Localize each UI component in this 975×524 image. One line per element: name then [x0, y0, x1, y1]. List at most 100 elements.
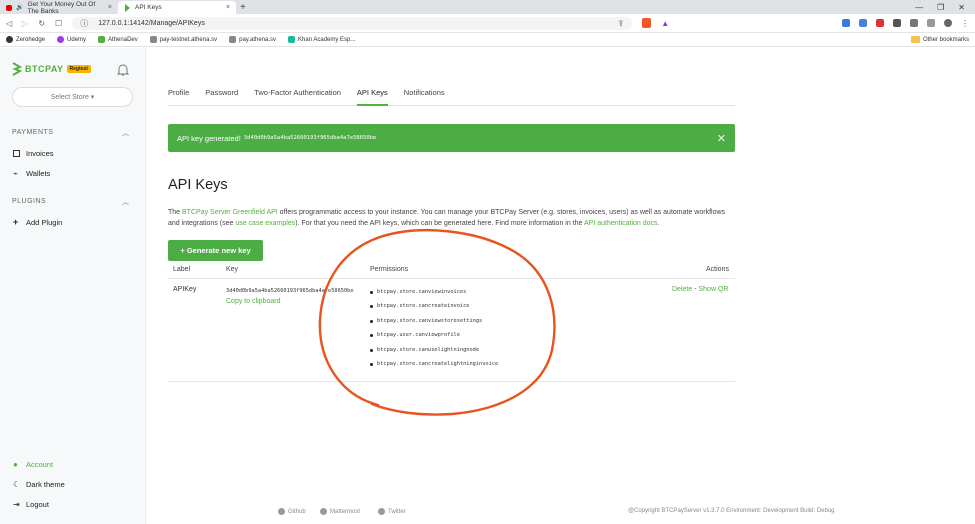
khan-academy-icon [288, 36, 296, 43]
twitter-icon [378, 508, 385, 515]
bookmark-label: AthenaDev [108, 36, 138, 43]
share-icon[interactable]: ⇪ [617, 19, 624, 28]
site-info-icon[interactable]: ⓘ [80, 18, 88, 29]
other-bookmarks-label: Other bookmarks [922, 36, 969, 43]
sidebar-item-wallets[interactable]: ⌁ Wallets [13, 169, 50, 178]
footer-link-label: Twitter [388, 508, 406, 515]
column-header-actions: Actions [706, 266, 729, 273]
user-icon: ● [13, 460, 18, 469]
media-icon[interactable] [910, 19, 918, 27]
zerohedge-icon [6, 36, 13, 43]
extension-translate-icon[interactable] [859, 19, 867, 27]
browser-tab-api-keys[interactable]: API Keys × [118, 1, 236, 14]
sidebar-icon[interactable] [927, 19, 935, 27]
address-bar-row: ◁ ▷ ↻ ☐ ⓘ 127.0.0.1:14142/Manage/APIKeys… [0, 14, 975, 33]
account-tabs: Profile Password Two-Factor Authenticati… [168, 86, 735, 106]
reload-icon[interactable]: ↻ [38, 19, 45, 28]
moon-icon: ☾ [13, 480, 21, 489]
logout-icon: ⇥ [13, 500, 20, 509]
forward-icon[interactable]: ▷ [22, 19, 28, 28]
tab-api-keys[interactable]: API Keys [356, 86, 388, 106]
bookmarks-bar: Zerohedge Udemy AthenaDev pay-testnet.at… [0, 33, 975, 47]
browser-tab-youtube[interactable]: 🔊 Get Your Money Out Of The Banks × [0, 0, 118, 15]
bullet [370, 319, 373, 323]
profile-icon[interactable] [944, 19, 952, 27]
permission-text: btcpay.store.cancreatelightninginvoice [377, 361, 499, 367]
tab-two-factor[interactable]: Two-Factor Authentication [254, 86, 341, 106]
bookmark-pay-testnet[interactable]: pay-testnet.athena.sv [149, 36, 217, 43]
sidebar-item-label: Wallets [26, 169, 51, 178]
bookmark-label: Khan Academy Esp... [298, 36, 356, 43]
api-auth-docs-link[interactable]: API authentication docs [584, 220, 658, 227]
close-tab-icon[interactable]: × [226, 4, 230, 11]
chevron-up-icon[interactable]: ︿ [122, 197, 129, 207]
store-select[interactable]: Select Store ▾ [12, 87, 133, 107]
page-title: API Keys [168, 177, 228, 193]
rewards-icon[interactable]: ▲ [661, 19, 669, 28]
close-icon[interactable]: ✕ [717, 132, 726, 145]
use-case-examples-link[interactable]: use case examples [235, 220, 295, 227]
bookmark-label: Zerohedge [16, 36, 46, 43]
invoice-icon [13, 150, 20, 157]
sidebar-item-logout[interactable]: ⇥ Logout [13, 500, 49, 509]
close-tab-icon[interactable]: × [108, 4, 112, 11]
bullet [370, 290, 373, 294]
page-icon [229, 36, 237, 43]
delete-link[interactable]: Delete [672, 286, 692, 293]
maximize-button[interactable]: ❐ [937, 3, 944, 12]
bookmark-khan-academy[interactable]: Khan Academy Esp... [288, 36, 355, 43]
bookmark-pay-athena[interactable]: pay.athena.sv [229, 36, 276, 43]
bookmark-udemy[interactable]: Udemy [57, 36, 86, 43]
minimize-button[interactable]: — [915, 3, 923, 12]
tab-notifications[interactable]: Notifications [404, 86, 445, 106]
intro-part: ). For that you need the API keys, which… [295, 220, 584, 227]
logo-text: BTCPAY [25, 64, 64, 74]
back-icon[interactable]: ◁ [6, 19, 12, 28]
tab-password[interactable]: Password [205, 86, 238, 106]
greenfield-api-link[interactable]: BTCPay Server Greenfield API [182, 209, 278, 216]
row-actions: Delete - Show QR [672, 286, 728, 293]
sidebar-item-add-plugin[interactable]: + Add Plugin [13, 218, 62, 228]
show-qr-link[interactable]: Show QR [698, 286, 728, 293]
footer-copyright: @Copyright BTCPayServer v1.3.7.0 Environ… [628, 508, 835, 514]
close-window-button[interactable]: ✕ [958, 3, 965, 12]
btcpay-logo[interactable]: BTCPAY Regtest [12, 62, 91, 76]
column-header-permissions: Permissions [370, 266, 409, 273]
tab-title: Get Your Money Out Of The Banks [27, 0, 96, 15]
regtest-badge: Regtest [66, 65, 91, 73]
extension-red-icon[interactable] [876, 19, 884, 27]
bookmark-page-icon[interactable]: ☐ [55, 19, 62, 28]
tab-profile[interactable]: Profile [168, 86, 189, 106]
footer-twitter-link[interactable]: Twitter [378, 508, 406, 515]
generate-new-key-button[interactable]: + Generate new key [168, 240, 263, 261]
sidebar-item-invoices[interactable]: Invoices [13, 149, 54, 158]
new-tab-button[interactable]: + [236, 1, 250, 14]
sidebar-item-account[interactable]: ● Account [13, 460, 53, 469]
bookmark-zerohedge[interactable]: Zerohedge [6, 36, 45, 43]
bookmark-athenadev[interactable]: AthenaDev [98, 36, 138, 43]
sidebar-item-dark-theme[interactable]: ☾ Dark theme [13, 480, 65, 489]
permission-item: btcpay.store.cancreateinvoice [370, 303, 469, 309]
success-alert: API key generated! 3d40d0b9a5a4ba5266019… [168, 124, 735, 152]
intro-part: The [168, 209, 183, 216]
page-icon [149, 36, 157, 43]
intro-text: The BTCPay Server Greenfield API offers … [168, 207, 738, 229]
sidebar-item-label: Dark theme [26, 480, 65, 489]
menu-icon[interactable]: ⋮ [961, 19, 969, 28]
bell-icon[interactable] [116, 63, 130, 77]
other-bookmarks[interactable]: Other bookmarks [910, 36, 969, 43]
footer-github-link[interactable]: Github [278, 508, 306, 515]
annotation-circle-drawing [318, 229, 556, 416]
copy-to-clipboard-link[interactable]: Copy to clipboard [226, 298, 280, 305]
folder-icon [910, 36, 920, 43]
speaker-icon[interactable]: 🔊 [16, 4, 23, 11]
alert-text: API key generated! [177, 133, 241, 143]
row-key: 3d40d0b9a5a4ba52660193f965dba4a7e58650be [226, 288, 354, 294]
footer-mattermost-link[interactable]: Mattermost [320, 508, 360, 515]
extension-pen-icon[interactable] [842, 19, 850, 27]
brave-shields-icon[interactable] [642, 18, 652, 28]
url-field[interactable]: ⓘ 127.0.0.1:14142/Manage/APIKeys ⇪ [72, 16, 633, 30]
intro-part: . [657, 220, 660, 227]
puzzle-icon[interactable] [893, 19, 901, 27]
chevron-up-icon[interactable]: ︿ [122, 128, 129, 138]
